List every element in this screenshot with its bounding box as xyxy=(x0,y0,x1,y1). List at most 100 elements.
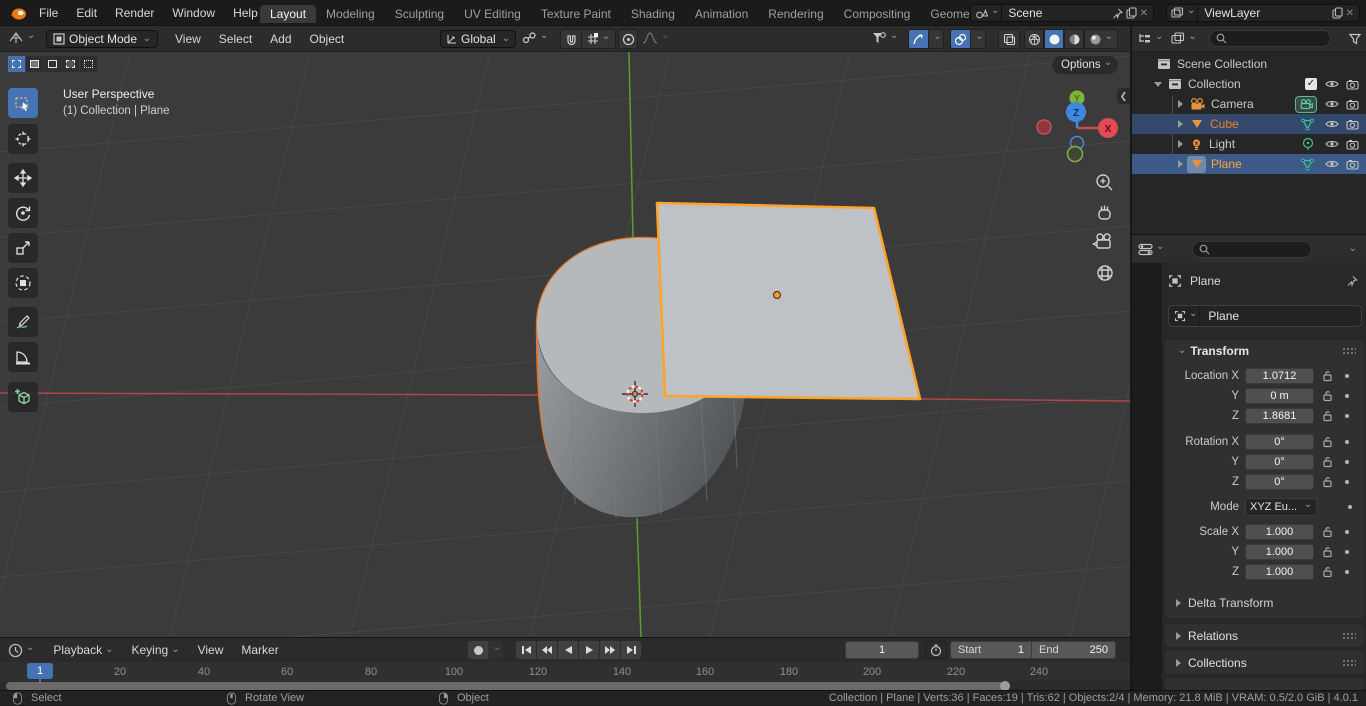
lock-icon[interactable] xyxy=(1322,546,1334,558)
scene-icon[interactable] xyxy=(971,5,1002,21)
location-z-input[interactable]: 1.8681 xyxy=(1245,408,1314,424)
hide-eye-icon[interactable] xyxy=(1325,159,1339,169)
transform-orientation-dropdown[interactable]: Global xyxy=(440,30,516,48)
show-gizmo-toggle[interactable] xyxy=(908,29,929,49)
current-frame-input[interactable]: 1 xyxy=(845,641,919,659)
jump-to-end-button[interactable] xyxy=(621,641,641,659)
disable-render-icon[interactable] xyxy=(1346,139,1359,150)
light-data-icon[interactable] xyxy=(1301,137,1315,151)
collections-panel-header[interactable]: Collections xyxy=(1165,651,1364,674)
disable-render-icon[interactable] xyxy=(1346,99,1359,110)
viewport[interactable]: Y Z X xyxy=(0,52,1130,637)
disable-render-icon[interactable] xyxy=(1346,79,1359,90)
mode-dropdown[interactable]: Object Mode xyxy=(46,30,158,48)
viewport-menu-add[interactable]: Add xyxy=(261,32,300,46)
pan-hand-icon[interactable] xyxy=(1099,206,1110,220)
lock-icon[interactable] xyxy=(1322,370,1334,382)
hide-eye-icon[interactable] xyxy=(1325,119,1339,129)
properties-options-dropdown[interactable] xyxy=(1346,242,1357,256)
location-x-input[interactable]: 1.0712 xyxy=(1245,368,1314,384)
object-name-value[interactable]: Plane xyxy=(1200,309,1239,323)
animate-dot[interactable] xyxy=(1345,570,1349,574)
outliner-filter-icon[interactable] xyxy=(1349,33,1361,45)
scale-y-input[interactable]: 1.000 xyxy=(1245,544,1314,560)
blender-logo-icon[interactable] xyxy=(8,4,28,22)
scene-selector[interactable]: Scene ✕ xyxy=(970,4,1154,22)
animate-dot[interactable] xyxy=(1348,505,1352,509)
viewport-menu-view[interactable]: View xyxy=(166,32,210,46)
disclosure-triangle[interactable] xyxy=(1178,160,1183,168)
object-name-field[interactable]: Plane xyxy=(1168,305,1362,327)
sidebar-toggle[interactable]: ❮ xyxy=(1117,88,1130,104)
menu-file[interactable]: File xyxy=(30,6,67,20)
object-id-icon[interactable] xyxy=(1169,306,1200,326)
hide-eye-icon[interactable] xyxy=(1325,139,1339,149)
lock-icon[interactable] xyxy=(1322,566,1334,578)
select-mode-difference[interactable] xyxy=(62,56,79,72)
select-mode-subtract[interactable] xyxy=(44,56,61,72)
lock-icon[interactable] xyxy=(1322,456,1334,468)
animate-dot[interactable] xyxy=(1345,440,1349,444)
select-mode-intersect[interactable] xyxy=(80,56,97,72)
shading-material-button[interactable] xyxy=(1064,29,1084,49)
camera-view-icon[interactable] xyxy=(1094,234,1111,248)
toggle-xray[interactable] xyxy=(998,29,1020,49)
timeline-ruler[interactable]: 20 40 60 80 100 120 140 160 180 200 220 … xyxy=(0,662,1130,681)
animate-dot[interactable] xyxy=(1345,394,1349,398)
outliner-row-camera[interactable]: Camera xyxy=(1132,94,1366,114)
end-frame-input[interactable]: End 250 xyxy=(1032,641,1116,659)
next-keyframe-button[interactable] xyxy=(600,641,620,659)
timeline-menu-view[interactable]: View xyxy=(189,643,233,657)
shading-rendered-button[interactable] xyxy=(1084,29,1118,49)
remove-view-layer-icon[interactable]: ✕ xyxy=(1346,8,1359,19)
viewport-menu-select[interactable]: Select xyxy=(210,32,261,46)
location-y-input[interactable]: 0 m xyxy=(1245,388,1314,404)
menu-window[interactable]: Window xyxy=(163,6,224,20)
previous-keyframe-button[interactable] xyxy=(537,641,557,659)
scale-x-input[interactable]: 1.000 xyxy=(1245,524,1314,540)
timeline-menu-playback[interactable]: Playback xyxy=(44,643,122,657)
animate-dot[interactable] xyxy=(1345,550,1349,554)
tool-scale[interactable] xyxy=(8,233,38,263)
disclosure-triangle[interactable] xyxy=(1178,100,1183,108)
menu-render[interactable]: Render xyxy=(106,6,163,20)
rotation-mode-dropdown[interactable]: XYZ Eu... xyxy=(1245,498,1317,516)
rotation-y-input[interactable]: 0° xyxy=(1245,454,1314,470)
zoom-icon[interactable] xyxy=(1097,175,1112,190)
snap-target-dropdown[interactable] xyxy=(582,29,616,49)
outliner-row-light[interactable]: Light xyxy=(1132,134,1366,154)
animate-dot[interactable] xyxy=(1345,460,1349,464)
playhead[interactable]: 1 xyxy=(27,663,53,679)
pivot-point-dropdown[interactable] xyxy=(522,31,548,45)
disable-render-icon[interactable] xyxy=(1346,119,1359,130)
navigation-gizmo[interactable]: Y Z X xyxy=(1037,91,1118,162)
viewport-menu-object[interactable]: Object xyxy=(301,32,354,46)
workspace-tab-rendering[interactable]: Rendering xyxy=(758,5,833,23)
plane-object[interactable] xyxy=(657,203,920,399)
hide-eye-icon[interactable] xyxy=(1325,99,1339,109)
rotation-x-input[interactable]: 0° xyxy=(1245,434,1314,450)
outliner-row-plane[interactable]: Plane xyxy=(1132,154,1366,174)
timeline-menu-marker[interactable]: Marker xyxy=(232,643,287,657)
mesh-data-icon[interactable] xyxy=(1300,158,1315,171)
breadcrumb-object-name[interactable]: Plane xyxy=(1190,274,1221,288)
rotation-z-input[interactable]: 0° xyxy=(1245,474,1314,490)
object-type-visibility-dropdown[interactable] xyxy=(872,31,898,45)
tool-select-box[interactable] xyxy=(8,88,38,118)
panel-grip[interactable] xyxy=(1342,632,1356,640)
workspace-tab-sculpting[interactable]: Sculpting xyxy=(385,5,454,23)
shading-solid-button[interactable] xyxy=(1044,29,1064,49)
proportional-editing-toggle[interactable] xyxy=(618,29,638,49)
start-frame-input[interactable]: Start 1 xyxy=(950,641,1032,659)
editor-type-outliner-icon[interactable] xyxy=(1138,32,1163,45)
play-button[interactable] xyxy=(579,641,599,659)
new-scene-icon[interactable] xyxy=(1126,7,1137,19)
animate-dot[interactable] xyxy=(1345,414,1349,418)
outliner-row-cube[interactable]: Cube xyxy=(1132,114,1366,134)
play-reverse-button[interactable] xyxy=(558,641,578,659)
workspace-tab-layout[interactable]: Layout xyxy=(260,5,316,23)
relations-panel-header[interactable]: Relations xyxy=(1165,624,1364,647)
disclosure-triangle[interactable] xyxy=(1178,120,1183,128)
tool-cursor[interactable] xyxy=(8,124,38,154)
delta-transform-subpanel[interactable]: Delta Transform xyxy=(1176,593,1356,613)
